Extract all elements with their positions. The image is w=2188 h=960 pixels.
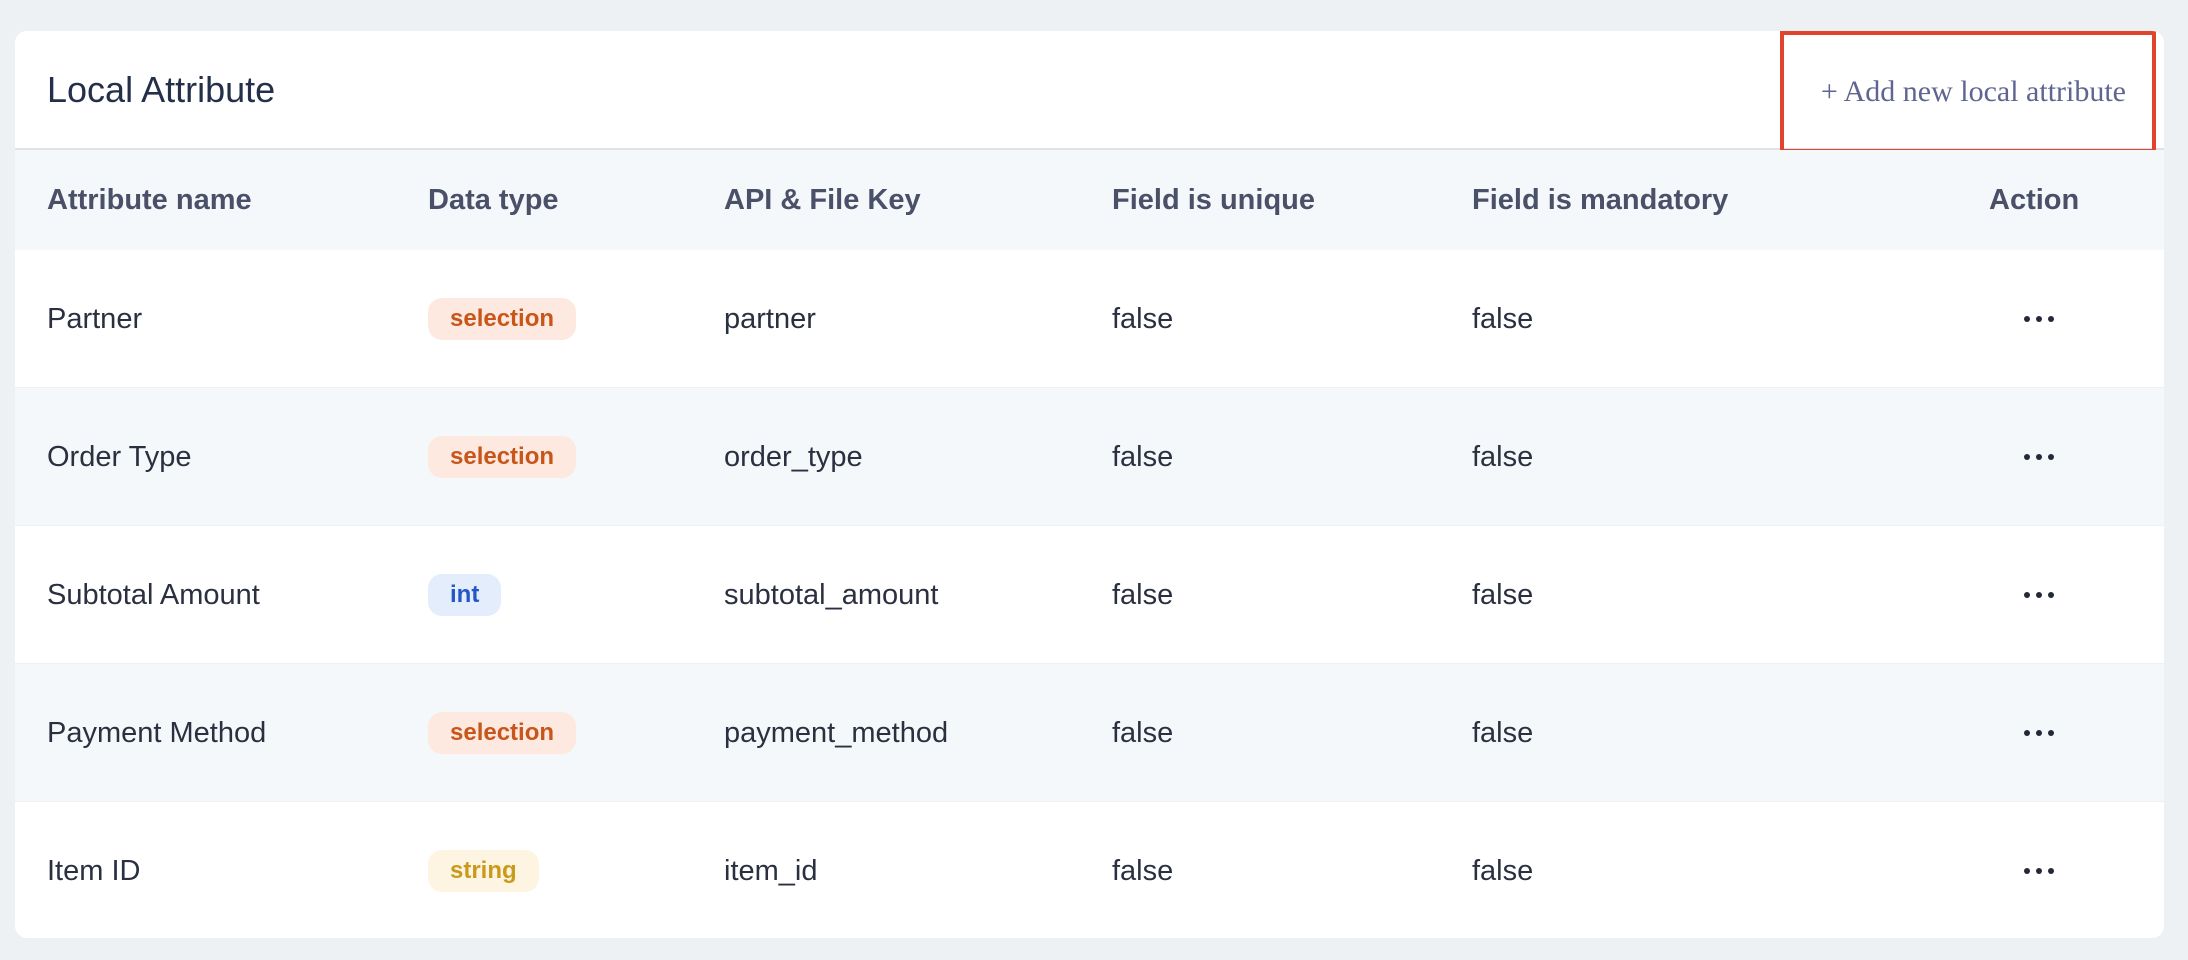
data-type-badge: string xyxy=(428,850,539,892)
table-row: Subtotal Amount int subtotal_amount fals… xyxy=(15,526,2164,664)
column-header-field-mandatory[interactable]: Field is mandatory xyxy=(1472,150,1728,250)
more-horizontal-icon[interactable] xyxy=(2015,438,2065,476)
attribute-name: Order Type xyxy=(47,441,192,473)
table-row: Partner selection partner false false xyxy=(15,250,2164,388)
field-unique-value: false xyxy=(1112,855,1174,887)
attributes-table: Attribute name Data type API & File Key … xyxy=(15,150,2164,938)
column-header-field-unique[interactable]: Field is unique xyxy=(1112,150,1315,250)
field-unique-value: false xyxy=(1112,717,1174,749)
card-header: Local Attribute + Add new local attribut… xyxy=(15,31,2164,153)
field-mandatory-value: false xyxy=(1472,303,1534,335)
local-attribute-card: Local Attribute + Add new local attribut… xyxy=(15,31,2164,938)
table-row: Order Type selection order_type false fa… xyxy=(15,388,2164,526)
data-type-badge: selection xyxy=(428,712,577,754)
field-unique-value: false xyxy=(1112,441,1174,473)
field-unique-value: false xyxy=(1112,579,1174,611)
api-file-key: partner xyxy=(724,303,816,335)
field-mandatory-value: false xyxy=(1472,441,1534,473)
api-file-key: order_type xyxy=(724,441,863,473)
data-type-badge: selection xyxy=(428,436,577,478)
attribute-name: Item ID xyxy=(47,855,141,887)
more-horizontal-icon[interactable] xyxy=(2015,300,2065,338)
attribute-name: Subtotal Amount xyxy=(47,579,260,611)
api-file-key: payment_method xyxy=(724,717,949,749)
column-header-api-file-key[interactable]: API & File Key xyxy=(724,150,921,250)
page-title: Local Attribute xyxy=(47,69,276,110)
attribute-name: Partner xyxy=(47,303,143,335)
column-header-data-type[interactable]: Data type xyxy=(428,150,559,250)
table-header: Attribute name Data type API & File Key … xyxy=(15,150,2164,250)
data-type-badge: int xyxy=(428,574,502,616)
field-mandatory-value: false xyxy=(1472,855,1534,887)
data-type-badge: selection xyxy=(428,298,577,340)
column-header-attribute-name[interactable]: Attribute name xyxy=(47,150,252,250)
field-mandatory-value: false xyxy=(1472,717,1534,749)
more-horizontal-icon[interactable] xyxy=(2015,576,2065,614)
field-mandatory-value: false xyxy=(1472,579,1534,611)
api-file-key: subtotal_amount xyxy=(724,579,939,611)
attribute-name: Payment Method xyxy=(47,717,267,749)
table-row: Item ID string item_id false false xyxy=(15,802,2164,938)
add-local-attribute-button[interactable]: + Add new local attribute xyxy=(1780,31,2156,153)
column-header-action: Action xyxy=(1989,184,2080,216)
table-row: Payment Method selection payment_method … xyxy=(15,664,2164,802)
more-horizontal-icon[interactable] xyxy=(2015,852,2065,890)
api-file-key: item_id xyxy=(724,855,818,887)
field-unique-value: false xyxy=(1112,303,1174,335)
more-horizontal-icon[interactable] xyxy=(2015,714,2065,752)
